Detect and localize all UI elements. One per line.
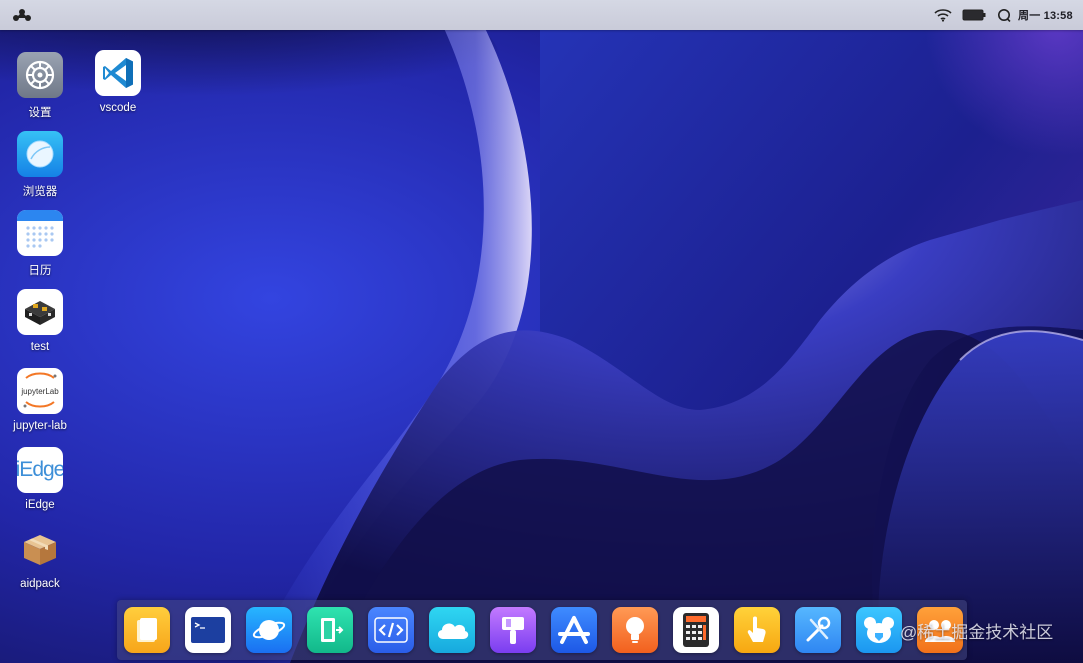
planet-browser-icon[interactable] <box>246 607 292 653</box>
code-brackets-icon[interactable] <box>368 607 414 653</box>
wifi-icon[interactable] <box>932 0 954 30</box>
desktop-icon-aidpack[interactable]: aidpack <box>2 522 78 596</box>
desktop-icon-iedge[interactable]: iEdge iEdge <box>2 443 78 517</box>
desktop-icon-jupyterlab[interactable]: jupyterLab jupyter-lab <box>2 364 78 438</box>
desktop-icon-label: 浏览器 <box>22 186 58 198</box>
desktop-icon-label: 日历 <box>28 265 52 277</box>
app-store-icon[interactable] <box>551 607 597 653</box>
watermark: @稀土掘金技术社区 <box>900 623 1054 642</box>
dock <box>117 600 967 660</box>
desktop-icon-browser[interactable]: 浏览器 <box>2 127 78 201</box>
desktop-icon-settings[interactable]: 设置 <box>2 48 78 122</box>
calendar-icon <box>17 210 63 256</box>
calculator-icon[interactable] <box>673 607 719 653</box>
vscode-icon <box>95 50 141 96</box>
desktop-icon-label: aidpack <box>20 578 60 590</box>
jupyterlab-icon: jupyterLab <box>17 368 63 414</box>
desktop-icon-label: iEdge <box>25 499 55 511</box>
browser-icon <box>17 131 63 177</box>
desktop-icon-label: jupyter-lab <box>13 420 67 432</box>
iedge-logo-text: iEdge <box>17 458 63 481</box>
tools-icon[interactable] <box>795 607 841 653</box>
touch-hand-icon[interactable] <box>734 607 780 653</box>
jupyterlab-logo-text: jupyterLab <box>20 387 59 396</box>
cloud-icon[interactable] <box>429 607 475 653</box>
desktop-icon-label: test <box>30 341 50 353</box>
desktop-icon-calendar[interactable]: 日历 <box>2 206 78 280</box>
desktop-screen: 周一 13:58 设置 vscode 浏览器 日历 test jupyterLa… <box>0 0 1083 663</box>
clock[interactable]: 周一 13:58 <box>1018 0 1078 30</box>
folder-icon[interactable] <box>124 607 170 653</box>
chip-board-icon <box>17 289 63 335</box>
desktop-icon-vscode[interactable]: vscode <box>80 46 156 120</box>
search-icon[interactable] <box>994 0 1014 30</box>
kylin-logo-icon[interactable] <box>10 0 34 30</box>
terminal-icon[interactable] <box>185 607 231 653</box>
bear-face-icon[interactable] <box>856 607 902 653</box>
battery-icon[interactable] <box>960 0 988 30</box>
lightbulb-icon[interactable] <box>612 607 658 653</box>
top-status-bar: 周一 13:58 <box>0 0 1083 30</box>
desktop-icon-test[interactable]: test <box>2 285 78 359</box>
paint-roller-icon[interactable] <box>490 607 536 653</box>
desktop-icon-label: vscode <box>99 102 137 114</box>
wallpaper <box>0 0 1083 663</box>
desktop-icon-label: 设置 <box>28 107 52 119</box>
settings-gear-icon <box>17 52 63 98</box>
package-box-icon <box>17 526 63 572</box>
exit-door-icon[interactable] <box>307 607 353 653</box>
iedge-icon: iEdge <box>17 447 63 493</box>
